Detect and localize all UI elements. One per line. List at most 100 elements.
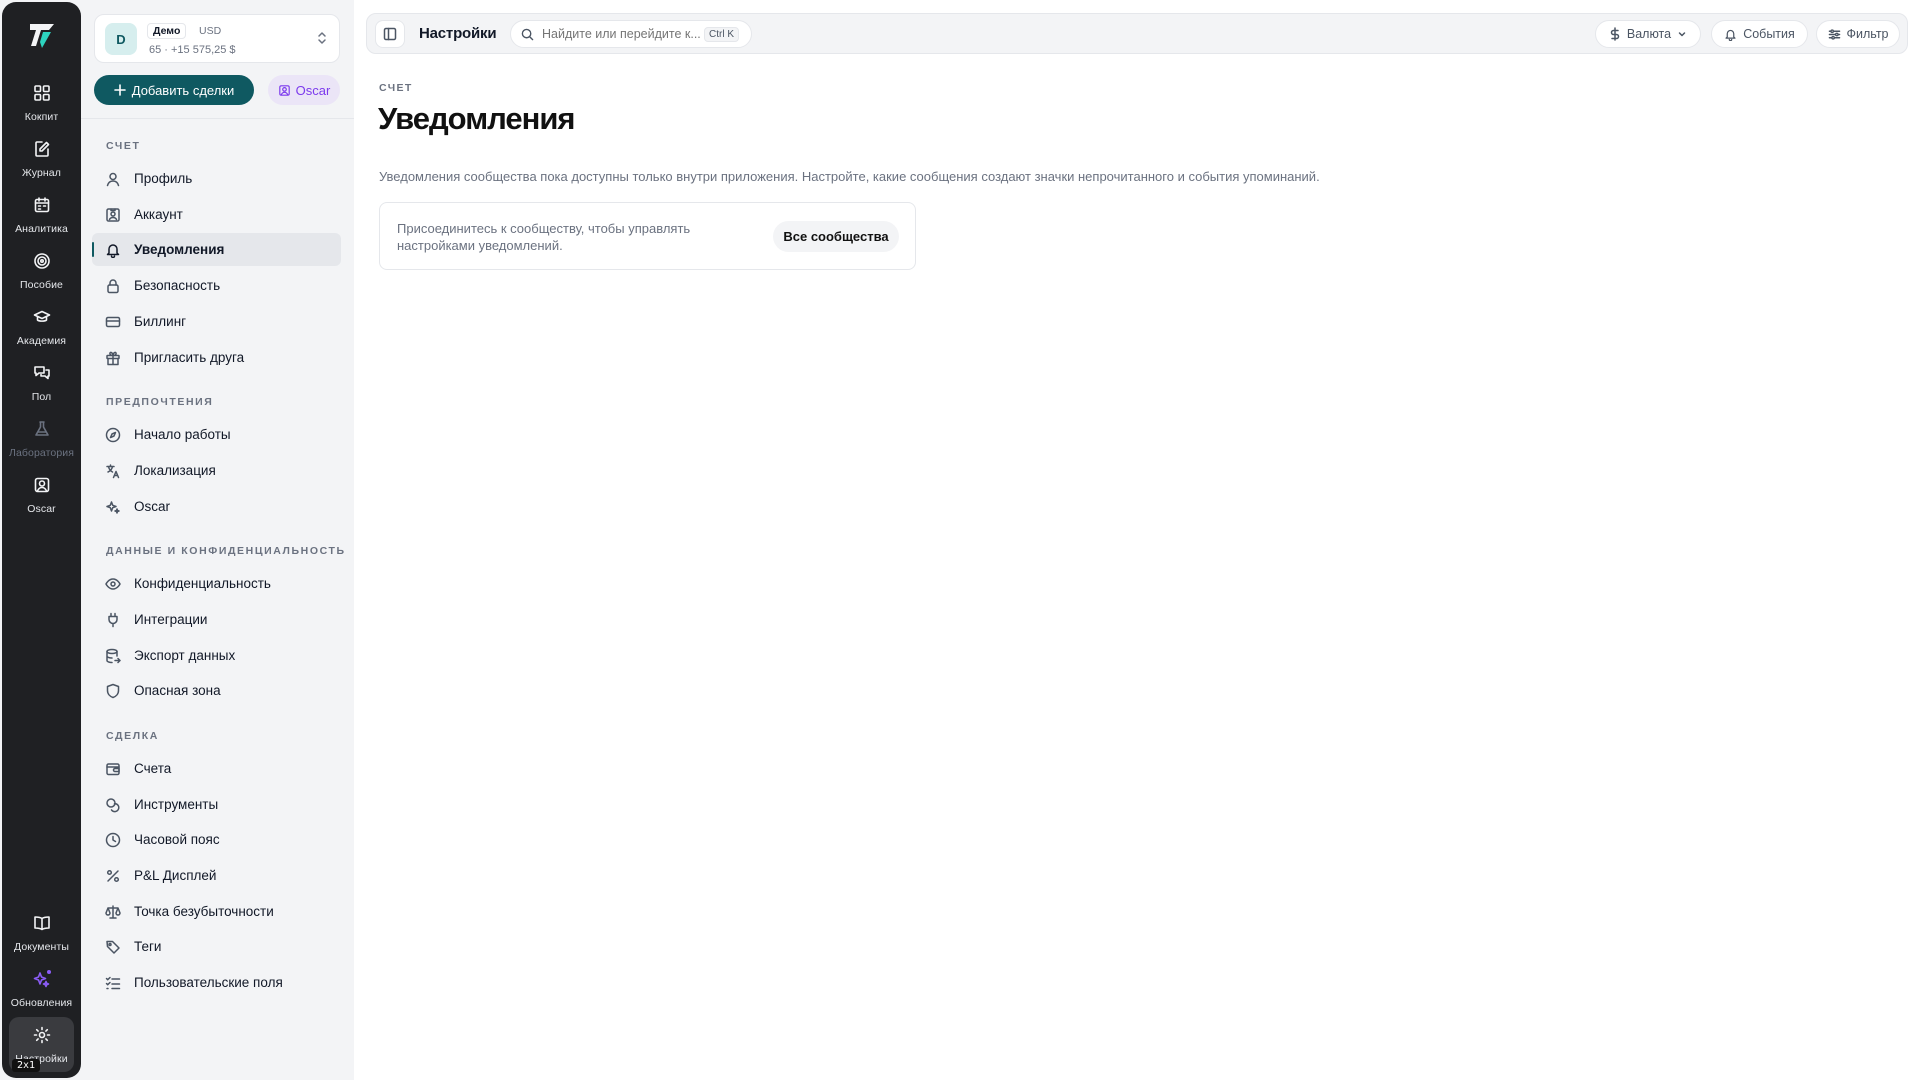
nav-label: Часовой пояс: [134, 832, 220, 847]
nav-label: Начало работы: [134, 427, 231, 442]
size-badge: 2x1: [12, 1059, 41, 1072]
rail-playbook[interactable]: Пособие: [2, 250, 81, 291]
nav-accounts[interactable]: Счета: [92, 752, 341, 785]
nav-instruments[interactable]: Инструменты: [92, 788, 341, 821]
plus-icon: [113, 84, 126, 96]
portrait-icon: [278, 84, 290, 96]
coins-icon: [105, 797, 123, 813]
gift-icon: [105, 350, 123, 366]
nav-tags[interactable]: Теги: [92, 930, 341, 963]
nav-privacy[interactable]: Конфиденциальность: [92, 567, 341, 600]
rail-docs[interactable]: Документы: [2, 912, 81, 953]
rail-label: Лаборатория: [8, 447, 75, 459]
nav-invite[interactable]: Пригласить друга: [92, 341, 341, 374]
rail-oscar[interactable]: Oscar: [2, 474, 81, 515]
bell-icon: [1725, 29, 1736, 41]
journal-icon: [31, 138, 53, 160]
target-icon: [31, 250, 53, 272]
nav-danger-zone[interactable]: Опасная зона: [92, 674, 341, 707]
rail-analytics[interactable]: Аналитика: [2, 194, 81, 235]
nav-oscar[interactable]: Oscar: [92, 490, 341, 523]
clock-icon: [105, 832, 123, 848]
nav-label: Oscar: [134, 499, 171, 514]
events-button[interactable]: События: [1711, 20, 1808, 48]
search-input[interactable]: [542, 27, 704, 41]
nav-timezone[interactable]: Часовой пояс: [92, 823, 341, 856]
rail-lab[interactable]: Лаборатория: [2, 418, 81, 459]
oscar-button[interactable]: Oscar: [268, 75, 340, 105]
currency-dropdown[interactable]: Валюта: [1595, 20, 1701, 48]
rail-label: Кокпит: [24, 111, 59, 123]
rail-label: Журнал: [22, 167, 61, 179]
section-title-trade: Сделка: [106, 730, 159, 742]
divider: [81, 118, 354, 119]
all-communities-button[interactable]: Все сообщества: [773, 221, 899, 252]
breadcrumb: Счет: [379, 82, 413, 94]
nav-pnl-display[interactable]: P&L Дисплей: [92, 859, 341, 892]
nav-label: Точка безубыточности: [134, 904, 274, 919]
sidebar-toggle-button[interactable]: [375, 20, 405, 48]
grid-icon: [31, 82, 53, 104]
nav-notifications[interactable]: Уведомления: [92, 233, 341, 266]
nav-billing[interactable]: Биллинг: [92, 305, 341, 338]
nav-profile[interactable]: Профиль: [92, 162, 341, 195]
book-icon: [31, 912, 53, 934]
user-icon: [105, 171, 123, 187]
nav-account[interactable]: Аккаунт: [92, 198, 341, 231]
rail-label: Пол: [31, 391, 52, 403]
rail-label: Обновления: [10, 997, 73, 1009]
section-title-account: Счет: [106, 140, 141, 152]
plug-icon: [105, 612, 123, 628]
nav-label: Безопасность: [134, 278, 221, 293]
nav-label: Биллинг: [134, 314, 187, 329]
nav-label: Инструменты: [134, 797, 219, 812]
nav-label: Аккаунт: [134, 207, 183, 222]
app-logo[interactable]: [2, 20, 81, 54]
currency-label: Валюта: [1626, 27, 1672, 41]
rail-label: Аналитика: [15, 223, 68, 235]
rail-cockpit[interactable]: Кокпит: [2, 82, 81, 123]
nav-label: P&L Дисплей: [134, 868, 217, 883]
nav-integrations[interactable]: Интеграции: [92, 603, 341, 636]
nav-label: Интеграции: [134, 612, 208, 627]
tag-icon: [105, 939, 123, 955]
account-currency: USD: [199, 25, 222, 37]
nav-data-export[interactable]: Экспорт данных: [92, 639, 341, 672]
filter-button[interactable]: Фильтр: [1816, 20, 1900, 48]
rail-academy[interactable]: Академия: [2, 306, 81, 347]
nav-security[interactable]: Безопасность: [92, 269, 341, 302]
rail-label: Пособие: [19, 279, 63, 291]
wallet-icon: [105, 761, 123, 777]
rail-floor[interactable]: Пол: [2, 362, 81, 403]
account-switcher[interactable]: D Демо USD 65 · +15 575,25 $: [94, 14, 340, 63]
nav-label: Экспорт данных: [134, 648, 236, 663]
graduation-cap-icon: [31, 306, 53, 328]
icon-rail: Кокпит Журнал Аналитика Пособие Академия…: [2, 2, 81, 1078]
top-bar: Настройки Ctrl K Валюта События Фильтр: [366, 13, 1908, 54]
nav-label: Профиль: [134, 171, 193, 186]
nav-label: Теги: [134, 939, 162, 954]
nav-custom-fields[interactable]: Пользовательские поля: [92, 966, 341, 999]
dollar-icon: [1610, 27, 1620, 41]
rail-updates[interactable]: Обновления: [2, 968, 81, 1009]
account-mode-badge: Демо: [147, 23, 187, 39]
lock-icon: [105, 278, 123, 294]
avatar: D: [105, 23, 137, 55]
nav-label: Уведомления: [134, 242, 225, 257]
rail-journal[interactable]: Журнал: [2, 138, 81, 179]
add-trades-button[interactable]: Добавить сделки: [94, 75, 254, 105]
chat-bubbles-icon: [31, 362, 53, 384]
search-box[interactable]: Ctrl K: [510, 20, 752, 48]
section-title-data-privacy: Данные и конфиденциальность: [106, 545, 346, 557]
nav-localization[interactable]: Локализация: [92, 454, 341, 487]
nav-getting-started[interactable]: Начало работы: [92, 418, 341, 451]
add-trades-label: Добавить сделки: [131, 82, 235, 98]
filter-label: Фильтр: [1846, 27, 1889, 41]
nav-breakeven[interactable]: Точка безубыточности: [92, 895, 341, 928]
panel-left-icon: [383, 27, 397, 41]
rail-label: Документы: [13, 941, 70, 953]
percent-icon: [105, 868, 123, 884]
page-title: Уведомления: [378, 101, 576, 136]
gear-icon: [31, 1024, 53, 1046]
shortcut-hint: Ctrl K: [704, 26, 739, 42]
